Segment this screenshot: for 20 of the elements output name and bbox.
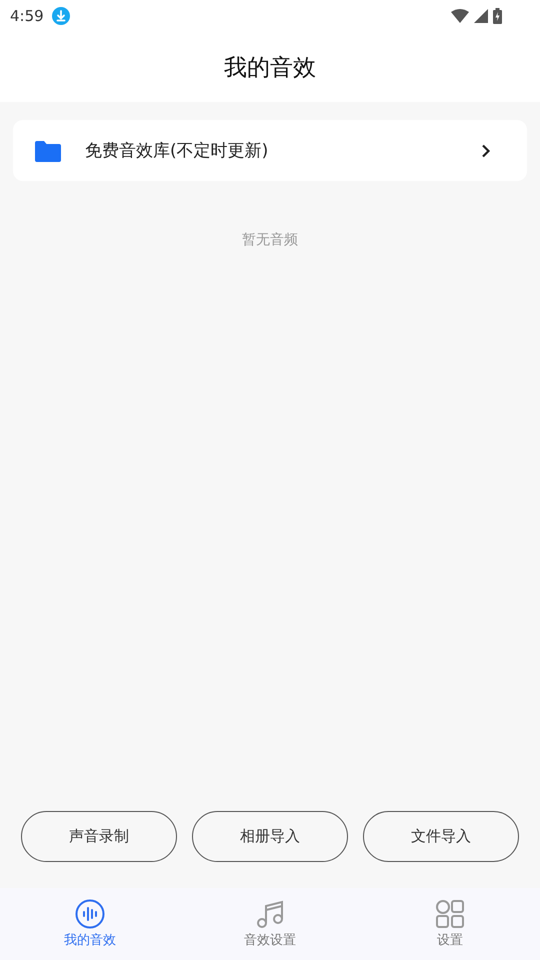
action-button[interactable]: 声音录制 bbox=[21, 811, 177, 862]
folder-icon bbox=[35, 140, 61, 162]
action-button[interactable]: 文件导入 bbox=[363, 811, 519, 862]
nav-tab[interactable]: 我的音效 bbox=[0, 888, 180, 960]
wifi-icon bbox=[451, 9, 469, 23]
signal-icon bbox=[474, 9, 488, 23]
chevron-right-icon bbox=[481, 144, 491, 158]
nav-tab[interactable]: 音效设置 bbox=[180, 888, 360, 960]
empty-message: 暂无音频 bbox=[242, 231, 298, 249]
page-title: 我的音效 bbox=[224, 54, 316, 82]
music-note-icon bbox=[255, 899, 285, 929]
card-label: 免费音效库(不定时更新) bbox=[85, 140, 270, 162]
library-card[interactable]: 免费音效库(不定时更新) bbox=[13, 120, 527, 181]
nav-tab[interactable]: 设置 bbox=[360, 888, 540, 960]
sound-wave-icon bbox=[75, 899, 105, 929]
action-button[interactable]: 相册导入 bbox=[192, 811, 348, 862]
battery-icon bbox=[493, 8, 502, 24]
grid-icon bbox=[435, 899, 465, 929]
status-time: 4:59 bbox=[10, 7, 44, 25]
download-icon bbox=[52, 7, 70, 25]
